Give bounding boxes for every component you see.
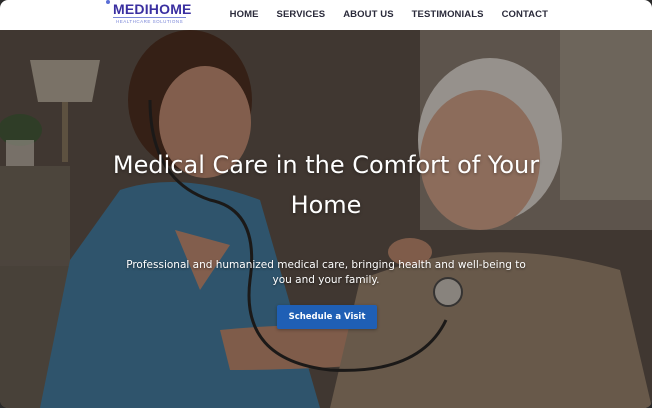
webpage: MEDIHOME HEALTHCARE SOLUTIONS HOME SERVI… [0, 0, 652, 408]
schedule-visit-button[interactable]: Schedule a Visit [277, 305, 377, 329]
main-navigation: HOME SERVICES ABOUT US TESTIMONIALS CONT… [230, 9, 548, 20]
logo-dot-icon [106, 0, 110, 4]
nav-home[interactable]: HOME [230, 9, 259, 20]
medihome-logo[interactable]: MEDIHOME HEALTHCARE SOLUTIONS [106, 0, 191, 28]
nav-contact[interactable]: CONTACT [502, 9, 548, 20]
hero-subtitle: Professional and humanized medical care,… [126, 259, 526, 286]
nav-about-us[interactable]: ABOUT US [343, 9, 393, 20]
hero-title: Medical Care in the Comfort of Your Home [112, 151, 540, 219]
site-header: MEDIHOME HEALTHCARE SOLUTIONS HOME SERVI… [0, 0, 652, 30]
logo-wordmark: MEDIHOME [113, 1, 192, 17]
nav-testimonials[interactable]: TESTIMONIALS [412, 9, 484, 20]
logo-underline [113, 17, 186, 18]
nav-services[interactable]: SERVICES [277, 9, 326, 20]
logo-tagline: HEALTHCARE SOLUTIONS [116, 19, 184, 24]
